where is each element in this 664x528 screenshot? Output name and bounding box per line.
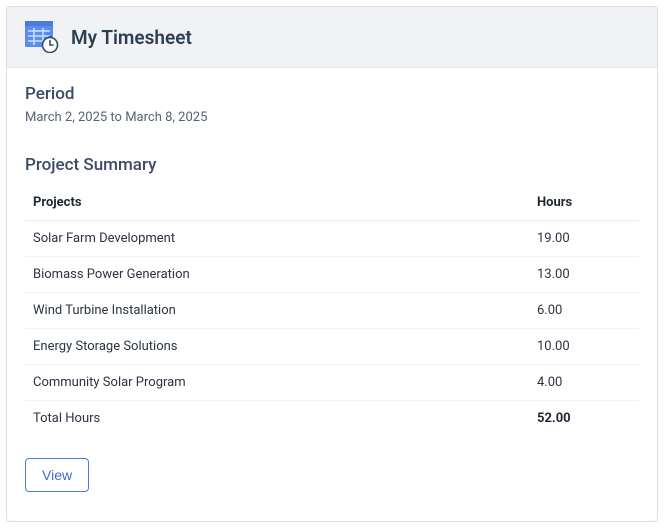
timesheet-card: My Timesheet Period March 2, 2025 to Mar… xyxy=(6,6,658,522)
total-value: 52.00 xyxy=(529,401,639,437)
page-title: My Timesheet xyxy=(71,26,192,49)
card-header: My Timesheet xyxy=(7,7,657,68)
view-button[interactable]: View xyxy=(25,458,89,492)
project-cell: Biomass Power Generation xyxy=(25,257,529,293)
total-label: Total Hours xyxy=(25,401,529,437)
project-summary-table: Projects Hours Solar Farm Development19.… xyxy=(25,185,639,436)
col-projects: Projects xyxy=(25,185,529,221)
project-cell: Wind Turbine Installation xyxy=(25,293,529,329)
total-row: Total Hours52.00 xyxy=(25,401,639,437)
actions: View xyxy=(25,458,639,492)
period-range: March 2, 2025 to March 8, 2025 xyxy=(25,110,639,125)
project-cell: Solar Farm Development xyxy=(25,221,529,257)
table-row: Wind Turbine Installation6.00 xyxy=(25,293,639,329)
hours-cell: 10.00 xyxy=(529,329,639,365)
table-row: Community Solar Program4.00 xyxy=(25,365,639,401)
timesheet-icon xyxy=(25,21,59,53)
table-row: Energy Storage Solutions10.00 xyxy=(25,329,639,365)
hours-cell: 13.00 xyxy=(529,257,639,293)
card-body: Period March 2, 2025 to March 8, 2025 Pr… xyxy=(7,68,657,521)
hours-cell: 4.00 xyxy=(529,365,639,401)
col-hours: Hours xyxy=(529,185,639,221)
period-label: Period xyxy=(25,84,639,104)
table-row: Solar Farm Development19.00 xyxy=(25,221,639,257)
summary-title: Project Summary xyxy=(25,155,639,175)
hours-cell: 6.00 xyxy=(529,293,639,329)
project-cell: Community Solar Program xyxy=(25,365,529,401)
project-cell: Energy Storage Solutions xyxy=(25,329,529,365)
hours-cell: 19.00 xyxy=(529,221,639,257)
table-row: Biomass Power Generation13.00 xyxy=(25,257,639,293)
